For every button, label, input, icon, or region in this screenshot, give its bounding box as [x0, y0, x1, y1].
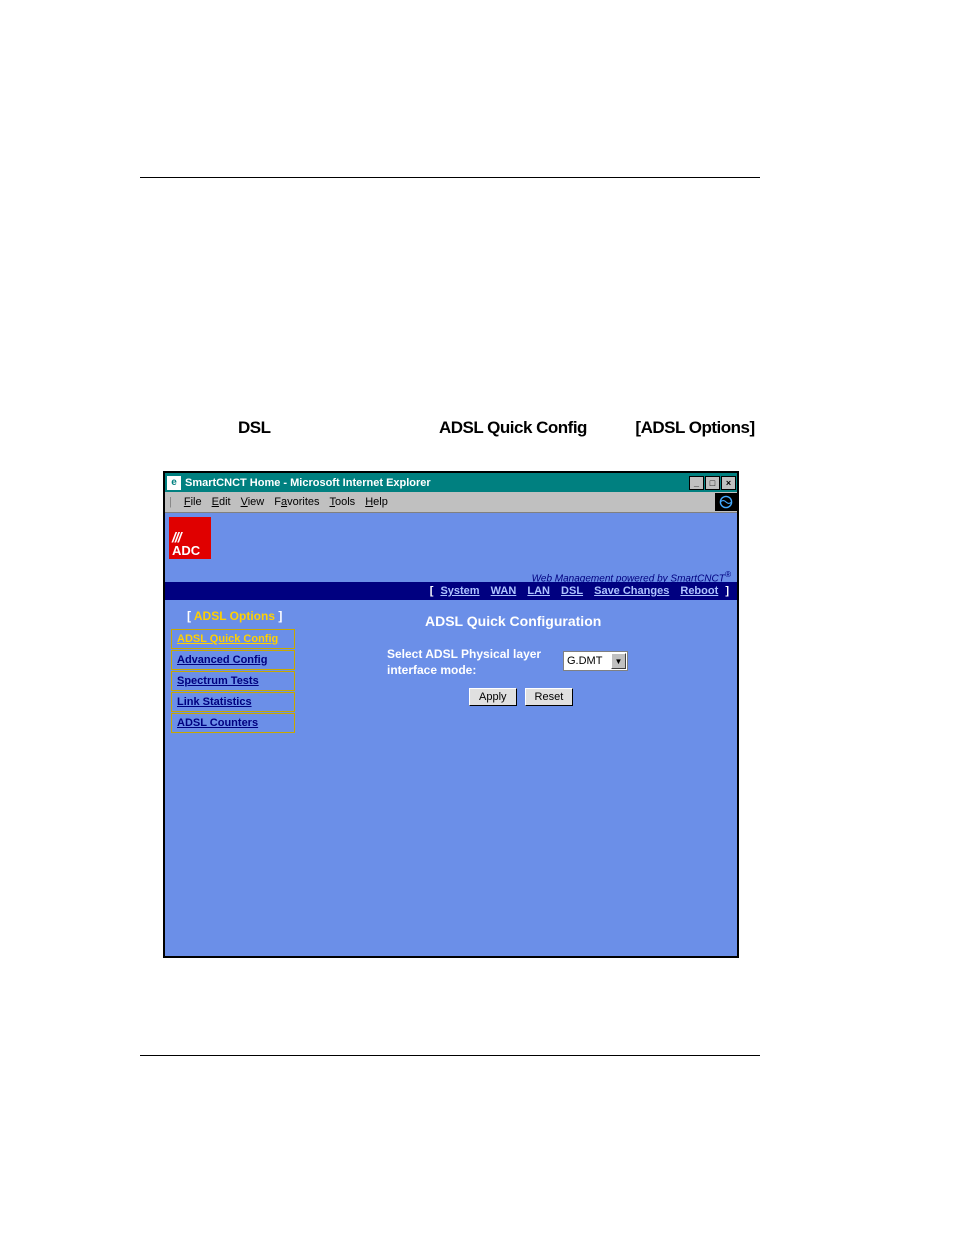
- menu-favorites[interactable]: Favorites: [274, 496, 319, 508]
- nav-lan[interactable]: LAN: [527, 585, 550, 597]
- nav-wan[interactable]: WAN: [491, 585, 517, 597]
- horizontal-rule-top: [140, 177, 760, 178]
- ie-throbber-icon: [715, 493, 737, 511]
- menu-tools[interactable]: Tools: [330, 496, 356, 508]
- menu-file[interactable]: File: [184, 496, 202, 508]
- chevron-down-icon[interactable]: ▼: [611, 653, 626, 669]
- instr-dsl: DSL: [238, 418, 271, 438]
- title-bar: e SmartCNCT Home - Microsoft Internet Ex…: [165, 473, 737, 492]
- reset-button[interactable]: Reset: [525, 688, 574, 706]
- mode-select[interactable]: G.DMT ▼: [563, 651, 628, 671]
- ie-icon: e: [167, 476, 181, 490]
- nav-system[interactable]: System: [440, 585, 479, 597]
- close-button[interactable]: ×: [721, 476, 736, 490]
- menu-edit[interactable]: Edit: [212, 496, 231, 508]
- instruction-line: DSL ADSL Quick Config [ADSL Options]: [238, 418, 755, 438]
- nav-reboot[interactable]: Reboot: [680, 585, 718, 597]
- logo-text: ADC: [172, 544, 200, 557]
- side-header: [ ADSL Options ]: [187, 609, 282, 623]
- menu-view[interactable]: View: [241, 496, 265, 508]
- apply-button[interactable]: Apply: [469, 688, 517, 706]
- maximize-button[interactable]: □: [705, 476, 720, 490]
- menu-bar: | File Edit View Favorites Tools Help: [165, 492, 737, 513]
- side-advanced-config[interactable]: Advanced Config: [171, 650, 295, 670]
- mode-label: Select ADSL Physical layer interface mod…: [387, 647, 557, 678]
- side-spectrum-tests[interactable]: Spectrum Tests: [171, 671, 295, 691]
- horizontal-rule-bottom: [140, 1055, 760, 1056]
- instr-adsloptions: [ADSL Options]: [635, 418, 754, 438]
- menu-help[interactable]: Help: [365, 496, 388, 508]
- minimize-button[interactable]: _: [689, 476, 704, 490]
- nav-save-changes[interactable]: Save Changes: [594, 585, 669, 597]
- side-adsl-quick-config[interactable]: ADSL Quick Config: [171, 629, 295, 649]
- instr-quickconfig: ADSL Quick Config: [439, 418, 587, 438]
- mode-selected-value: G.DMT: [567, 655, 602, 667]
- page-content: /// ADC Web Management powered by SmartC…: [165, 513, 737, 956]
- side-menu: ADSL Quick Config Advanced Config Spectr…: [171, 629, 295, 734]
- adc-logo: /// ADC: [169, 517, 211, 559]
- top-nav: [ System WAN LAN DSL Save Changes Reboot…: [165, 582, 737, 600]
- side-adsl-counters[interactable]: ADSL Counters: [171, 713, 295, 733]
- browser-window: e SmartCNCT Home - Microsoft Internet Ex…: [163, 471, 739, 958]
- main-title: ADSL Quick Configuration: [425, 613, 601, 629]
- side-link-statistics[interactable]: Link Statistics: [171, 692, 295, 712]
- window-title: SmartCNCT Home - Microsoft Internet Expl…: [185, 477, 689, 489]
- nav-dsl[interactable]: DSL: [561, 585, 583, 597]
